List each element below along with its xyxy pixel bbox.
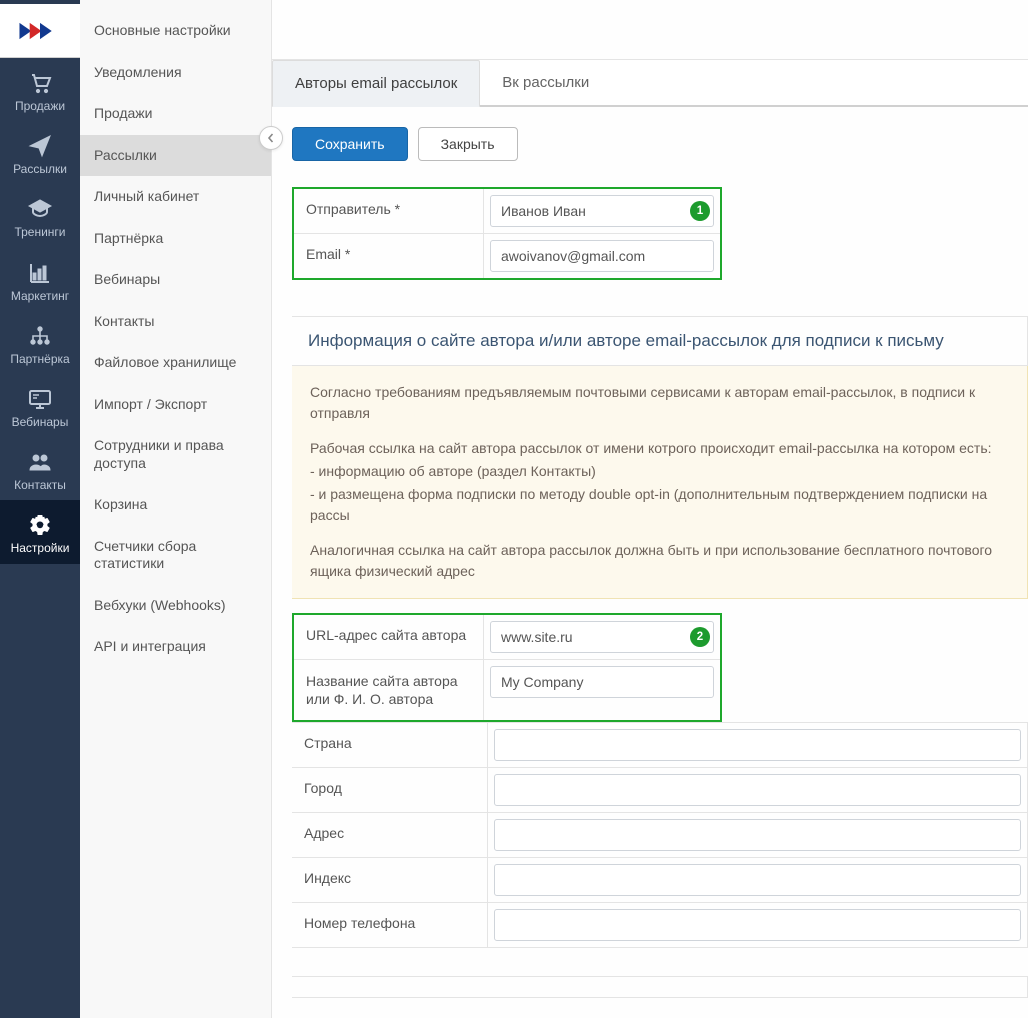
chevron-left-icon (266, 133, 276, 143)
rail-item-sales[interactable]: Продажи (0, 58, 80, 121)
email-label: Email * (294, 234, 484, 278)
info-text: - информацию об авторе (раздел Контакты) (310, 461, 1009, 482)
gear-icon (26, 512, 54, 538)
rail-item-settings[interactable]: Настройки (0, 500, 80, 563)
sidebar-item[interactable]: Вебхуки (Webhooks) (80, 585, 271, 627)
site-name-input[interactable] (490, 666, 714, 698)
logo-icon (18, 20, 62, 42)
address-label: Адрес (292, 813, 488, 857)
rail-label: Вебинары (12, 416, 69, 429)
tabs: Авторы email рассылок Вк рассылки (272, 60, 1028, 107)
annotation-badge-2: 2 (690, 627, 710, 647)
paperplane-icon (26, 133, 54, 159)
info-text: Рабочая ссылка на сайт автора рассылок о… (310, 438, 1009, 459)
rail-item-trainings[interactable]: Тренинги (0, 184, 80, 247)
sidebar-item[interactable]: Корзина (80, 484, 271, 526)
rail-label: Тренинги (14, 226, 65, 239)
sidebar-item[interactable]: Продажи (80, 93, 271, 135)
section-heading: Информация о сайте автора и/или авторе e… (292, 316, 1028, 366)
sidebar-item[interactable]: Партнёрка (80, 218, 271, 260)
collapse-sidebar-button[interactable] (259, 126, 283, 150)
rail-item-webinars[interactable]: Вебинары (0, 374, 80, 437)
main-header (272, 0, 1028, 60)
info-text: Аналогичная ссылка на сайт автора рассыл… (310, 540, 1009, 582)
address-input[interactable] (494, 819, 1021, 851)
zip-input[interactable] (494, 864, 1021, 896)
rail-label: Рассылки (13, 163, 67, 176)
sender-fields-group: Отправитель * 1 Email * (292, 187, 722, 280)
network-icon (26, 323, 54, 349)
country-label: Страна (292, 723, 488, 767)
phone-label: Номер телефона (292, 903, 488, 947)
rail-label: Маркетинг (11, 290, 69, 303)
rail-label: Настройки (11, 542, 70, 555)
sidebar-item[interactable]: Вебинары (80, 259, 271, 301)
address-fields-group: Страна Город Адрес Индекс Номер телефона (292, 722, 1028, 948)
content: Сохранить Закрыть Отправитель * 1 Email … (272, 107, 1028, 1018)
close-button[interactable]: Закрыть (418, 127, 518, 161)
screen-icon (26, 386, 54, 412)
info-box: Согласно требованиям предъявляемым почто… (292, 366, 1028, 599)
phone-input[interactable] (494, 909, 1021, 941)
nav-rail: Продажи Рассылки Тренинги Маркетинг Парт… (0, 0, 80, 1018)
sidebar-item[interactable]: Рассылки (80, 135, 271, 177)
sidebar-item[interactable]: Счетчики сбора статистики (80, 526, 271, 585)
info-text: Согласно требованиям предъявляемым почто… (310, 382, 1009, 424)
rail-label: Партнёрка (10, 353, 69, 366)
sender-label: Отправитель * (294, 189, 484, 233)
settings-sidebar: Основные настройки Уведомления Продажи Р… (80, 0, 272, 1018)
tab-vk-mailings[interactable]: Вк рассылки (480, 60, 612, 105)
rail-item-partner[interactable]: Партнёрка (0, 311, 80, 374)
city-label: Город (292, 768, 488, 812)
sidebar-item[interactable]: Личный кабинет (80, 176, 271, 218)
cart-icon (26, 70, 54, 96)
sidebar-item[interactable]: Контакты (80, 301, 271, 343)
url-label: URL-адрес сайта автора (294, 615, 484, 659)
country-input[interactable] (494, 729, 1021, 761)
chart-icon (26, 260, 54, 286)
city-input[interactable] (494, 774, 1021, 806)
sidebar-item[interactable]: API и интеграция (80, 626, 271, 668)
sidebar-item[interactable]: Уведомления (80, 52, 271, 94)
sidebar-item[interactable]: Сотрудники и права доступа (80, 425, 271, 484)
graduation-icon (26, 196, 54, 222)
rail-item-contacts[interactable]: Контакты (0, 437, 80, 500)
main-content: Авторы email рассылок Вк рассылки Сохран… (272, 0, 1028, 1018)
tab-email-authors[interactable]: Авторы email рассылок (272, 60, 480, 107)
trailing-block (292, 976, 1028, 998)
annotation-badge-1: 1 (690, 201, 710, 221)
site-name-label: Название сайта автора или Ф. И. О. автор… (294, 660, 484, 720)
rail-label: Контакты (14, 479, 66, 492)
sidebar-item[interactable]: Импорт / Экспорт (80, 384, 271, 426)
info-text: - и размещена форма подписки по методу d… (310, 484, 1009, 526)
rail-label: Продажи (15, 100, 65, 113)
button-row: Сохранить Закрыть (292, 127, 1028, 161)
rail-item-marketing[interactable]: Маркетинг (0, 248, 80, 311)
site-url-input[interactable] (490, 621, 714, 653)
sidebar-item[interactable]: Основные настройки (80, 10, 271, 52)
zip-label: Индекс (292, 858, 488, 902)
email-input[interactable] (490, 240, 714, 272)
save-button[interactable]: Сохранить (292, 127, 408, 161)
site-fields-group: URL-адрес сайта автора 2 Название сайта … (292, 613, 722, 722)
app-logo (0, 4, 80, 58)
sidebar-item[interactable]: Файловое хранилище (80, 342, 271, 384)
rail-item-mailings[interactable]: Рассылки (0, 121, 80, 184)
sender-input[interactable] (490, 195, 714, 227)
people-icon (26, 449, 54, 475)
